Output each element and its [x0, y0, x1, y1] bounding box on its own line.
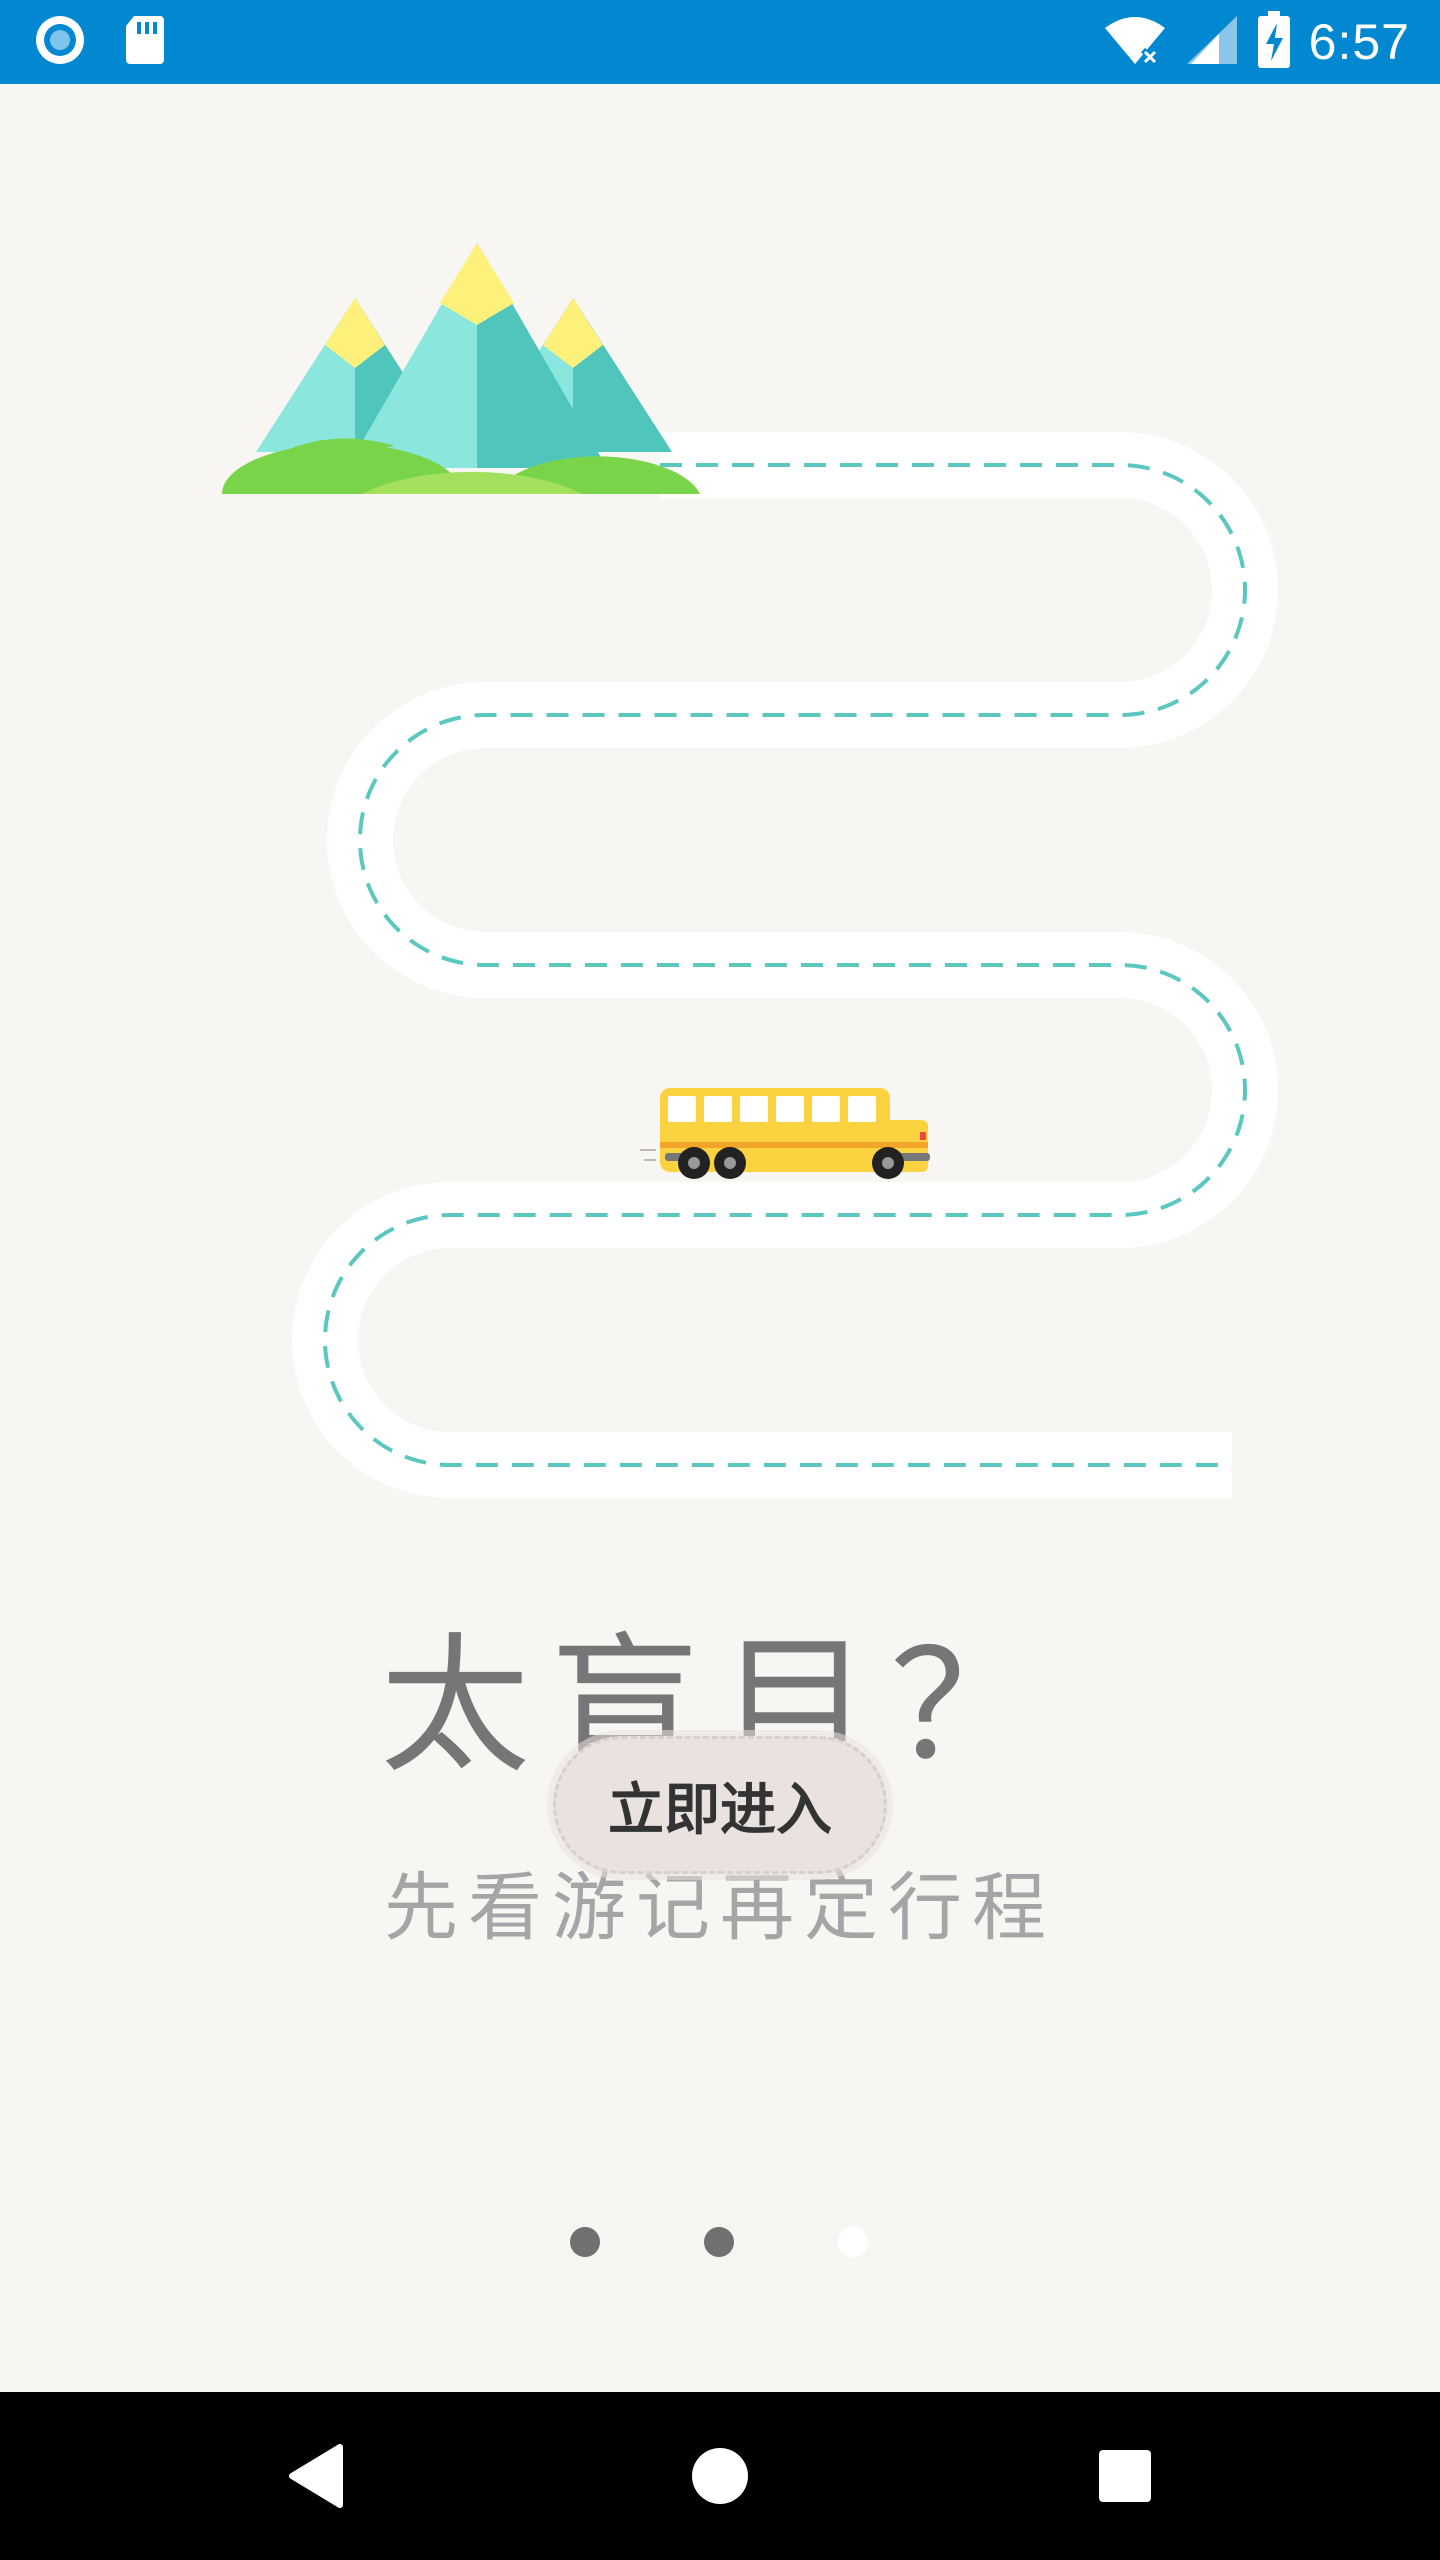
page-dot-1[interactable]	[570, 2227, 600, 2257]
road-illustration	[222, 243, 1278, 1498]
page-dot-3[interactable]	[838, 2227, 868, 2257]
status-bar-right: 6:57	[1103, 10, 1410, 74]
page-indicator	[0, 2227, 1440, 2257]
signal-icon	[1185, 14, 1239, 70]
home-icon	[692, 2448, 748, 2504]
status-bar: 6:57	[0, 0, 1440, 84]
back-button[interactable]	[216, 2392, 416, 2560]
sync-icon	[34, 14, 86, 70]
enter-now-button[interactable]: 立即进入	[553, 1736, 887, 1874]
navigation-bar	[0, 2392, 1440, 2560]
intro-illustration	[0, 84, 1440, 1528]
bus-icon	[640, 1088, 930, 1179]
wifi-off-icon	[1103, 14, 1167, 70]
home-button[interactable]	[620, 2392, 820, 2560]
status-time: 6:57	[1308, 14, 1410, 70]
status-bar-left	[34, 14, 166, 70]
page-dot-2[interactable]	[704, 2227, 734, 2257]
back-icon	[289, 2444, 343, 2508]
mountains	[222, 243, 700, 494]
recents-button[interactable]	[1025, 2392, 1225, 2560]
battery-charging-icon	[1257, 11, 1291, 73]
recents-icon	[1099, 2450, 1151, 2502]
sd-card-icon	[124, 14, 166, 70]
